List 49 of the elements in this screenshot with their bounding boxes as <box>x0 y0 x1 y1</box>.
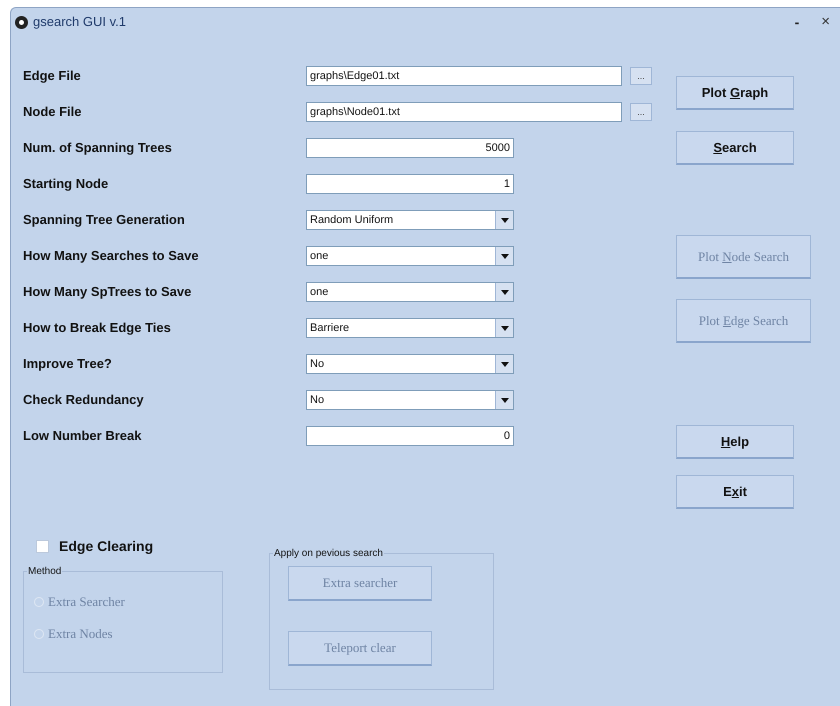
dropdown-arrow-button[interactable] <box>495 247 513 265</box>
app-icon <box>15 16 28 28</box>
field-label: How to Break Edge Ties <box>23 319 172 338</box>
file-path-field[interactable]: graphs\Node01.txt <box>306 102 622 122</box>
dropdown-arrow-button[interactable] <box>495 391 513 409</box>
action-button[interactable]: Exit <box>676 475 794 509</box>
caret-icon <box>500 254 508 258</box>
action-button[interactable]: Search <box>676 131 794 165</box>
caret-icon <box>500 218 508 222</box>
browse-button[interactable]: ... <box>630 103 652 121</box>
checkbox-label: Edge Clearing <box>59 537 154 556</box>
dropdown-field[interactable]: No <box>306 390 514 410</box>
field-label: How Many SpTrees to Save <box>23 283 192 302</box>
dropdown-arrow-button[interactable] <box>495 283 513 301</box>
dropdown-field[interactable]: one <box>306 282 514 302</box>
window-title: gsearch GUI v.1 <box>33 13 126 32</box>
number-field[interactable]: 5000 <box>306 138 514 158</box>
action-button[interactable]: Plot Graph <box>676 76 794 110</box>
minimize-button[interactable]: - <box>794 12 800 32</box>
number-field[interactable]: 0 <box>306 426 514 446</box>
caret-icon <box>500 398 508 402</box>
number-field[interactable]: 1 <box>306 174 514 194</box>
dropdown-field[interactable]: Barriere <box>306 318 514 338</box>
dropdown-arrow-button[interactable] <box>495 319 513 337</box>
browse-button[interactable]: ... <box>630 67 652 85</box>
field-label: Num. of Spanning Trees <box>23 139 173 158</box>
action-button[interactable]: Help <box>676 425 794 459</box>
field-label: Spanning Tree Generation <box>23 211 186 230</box>
group-title: Apply on pevious search <box>273 546 384 561</box>
caret-icon <box>500 326 508 330</box>
field-label: How Many Searches to Save <box>23 247 200 266</box>
field-label: Edge File <box>23 67 82 86</box>
field-label: Low Number Break <box>23 427 142 446</box>
field-label: Improve Tree? <box>23 355 113 374</box>
dropdown-arrow-button[interactable] <box>495 355 513 373</box>
dropdown-field[interactable]: one <box>306 246 514 266</box>
dropdown-field[interactable]: Random Uniform <box>306 210 514 230</box>
radio-label: Extra Nodes <box>48 625 113 644</box>
caret-icon <box>500 290 508 294</box>
radio-label: Extra Searcher <box>48 593 125 612</box>
file-path-field[interactable]: graphs\Edge01.txt <box>306 66 622 86</box>
field-label: Node File <box>23 103 83 122</box>
dropdown-arrow-button[interactable] <box>495 211 513 229</box>
caret-icon <box>500 362 508 366</box>
field-label: Starting Node <box>23 175 110 194</box>
close-button[interactable]: × <box>821 10 830 34</box>
checkbox[interactable] <box>36 540 49 553</box>
dropdown-field[interactable]: No <box>306 354 514 374</box>
field-label: Check Redundancy <box>23 391 145 410</box>
